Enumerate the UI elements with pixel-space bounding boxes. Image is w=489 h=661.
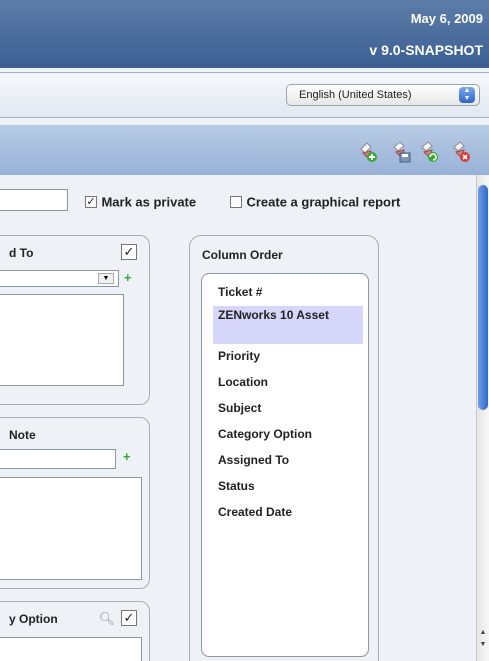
graphical-report-label: Create a graphical report xyxy=(246,194,401,210)
scroll-down-icon[interactable]: ▼ xyxy=(477,641,489,648)
category-option-checkbox[interactable]: ✓ xyxy=(121,610,137,626)
page-scrollbar[interactable]: ▲ ▼ xyxy=(476,175,489,661)
header-version: v 9.0-SNAPSHOT xyxy=(369,42,483,58)
scrollbar-thumb[interactable] xyxy=(478,185,488,410)
category-option-panel: y Option 🔍︎ ✓ xyxy=(0,601,150,661)
column-order-item[interactable]: Location xyxy=(213,375,363,389)
add-assigned-icon[interactable]: + xyxy=(124,270,132,285)
dropdown-arrow-icon: ▼ xyxy=(98,273,114,284)
language-select-value: English (United States) xyxy=(299,89,412,101)
column-order-item[interactable]: Created Date xyxy=(213,505,363,519)
column-order-item[interactable]: Status xyxy=(213,479,363,493)
select-arrows-icon: ▲ ▼ xyxy=(459,87,475,103)
column-order-panel: Column Order Ticket # ZENworks 10 Asset … xyxy=(189,235,379,661)
search-icon[interactable]: 🔍︎ xyxy=(98,611,115,627)
mark-private-option[interactable]: ✓ Mark as private xyxy=(85,193,196,211)
column-order-item[interactable]: Ticket # xyxy=(213,285,363,303)
graphical-report-option[interactable]: Create a graphical report xyxy=(230,193,400,211)
delete-report-icon[interactable] xyxy=(450,141,472,163)
column-order-item[interactable]: Assigned To xyxy=(213,453,363,467)
header-date: May 6, 2009 xyxy=(410,11,483,26)
note-list[interactable] xyxy=(0,477,142,580)
add-report-icon[interactable] xyxy=(357,141,379,163)
assigned-to-checkbox[interactable]: ✓ xyxy=(121,244,137,260)
note-panel: Note + xyxy=(0,417,150,589)
graphical-report-checkbox[interactable] xyxy=(230,195,242,208)
report-form: ✓ Mark as private Create a graphical rep… xyxy=(0,175,476,661)
mark-private-label: Mark as private xyxy=(101,194,197,210)
note-input[interactable] xyxy=(0,449,116,469)
language-select[interactable]: English (United States) ▲ ▼ xyxy=(286,84,480,106)
category-option-list[interactable] xyxy=(0,637,142,661)
scroll-up-icon[interactable]: ▲ xyxy=(477,629,489,636)
column-order-item-selected[interactable]: ZENworks 10 Asset xyxy=(213,306,363,344)
column-order-list[interactable]: Ticket # ZENworks 10 Asset Priority Loca… xyxy=(201,273,369,657)
assigned-to-title: d To xyxy=(9,246,34,260)
refresh-report-icon[interactable] xyxy=(418,141,440,163)
column-order-item[interactable]: Priority xyxy=(213,349,363,363)
add-note-icon[interactable]: + xyxy=(123,449,131,464)
category-option-title: y Option xyxy=(9,612,58,626)
column-order-item[interactable]: Subject xyxy=(213,401,363,415)
note-title: Note xyxy=(9,428,36,442)
app-header: May 6, 2009 v 9.0-SNAPSHOT xyxy=(0,0,489,68)
mark-private-checkbox[interactable]: ✓ xyxy=(85,195,97,208)
save-report-icon[interactable] xyxy=(390,141,412,163)
assigned-to-panel: d To ✓ ▼ + xyxy=(0,235,150,405)
assigned-to-select[interactable]: ▼ xyxy=(0,270,119,287)
language-bar: English (United States) ▲ ▼ xyxy=(0,72,489,118)
column-order-title: Column Order xyxy=(202,248,283,262)
assigned-to-list[interactable] xyxy=(0,294,124,386)
report-name-input[interactable] xyxy=(0,189,68,211)
report-toolbar xyxy=(0,125,489,175)
column-order-item[interactable]: Category Option xyxy=(213,427,363,441)
